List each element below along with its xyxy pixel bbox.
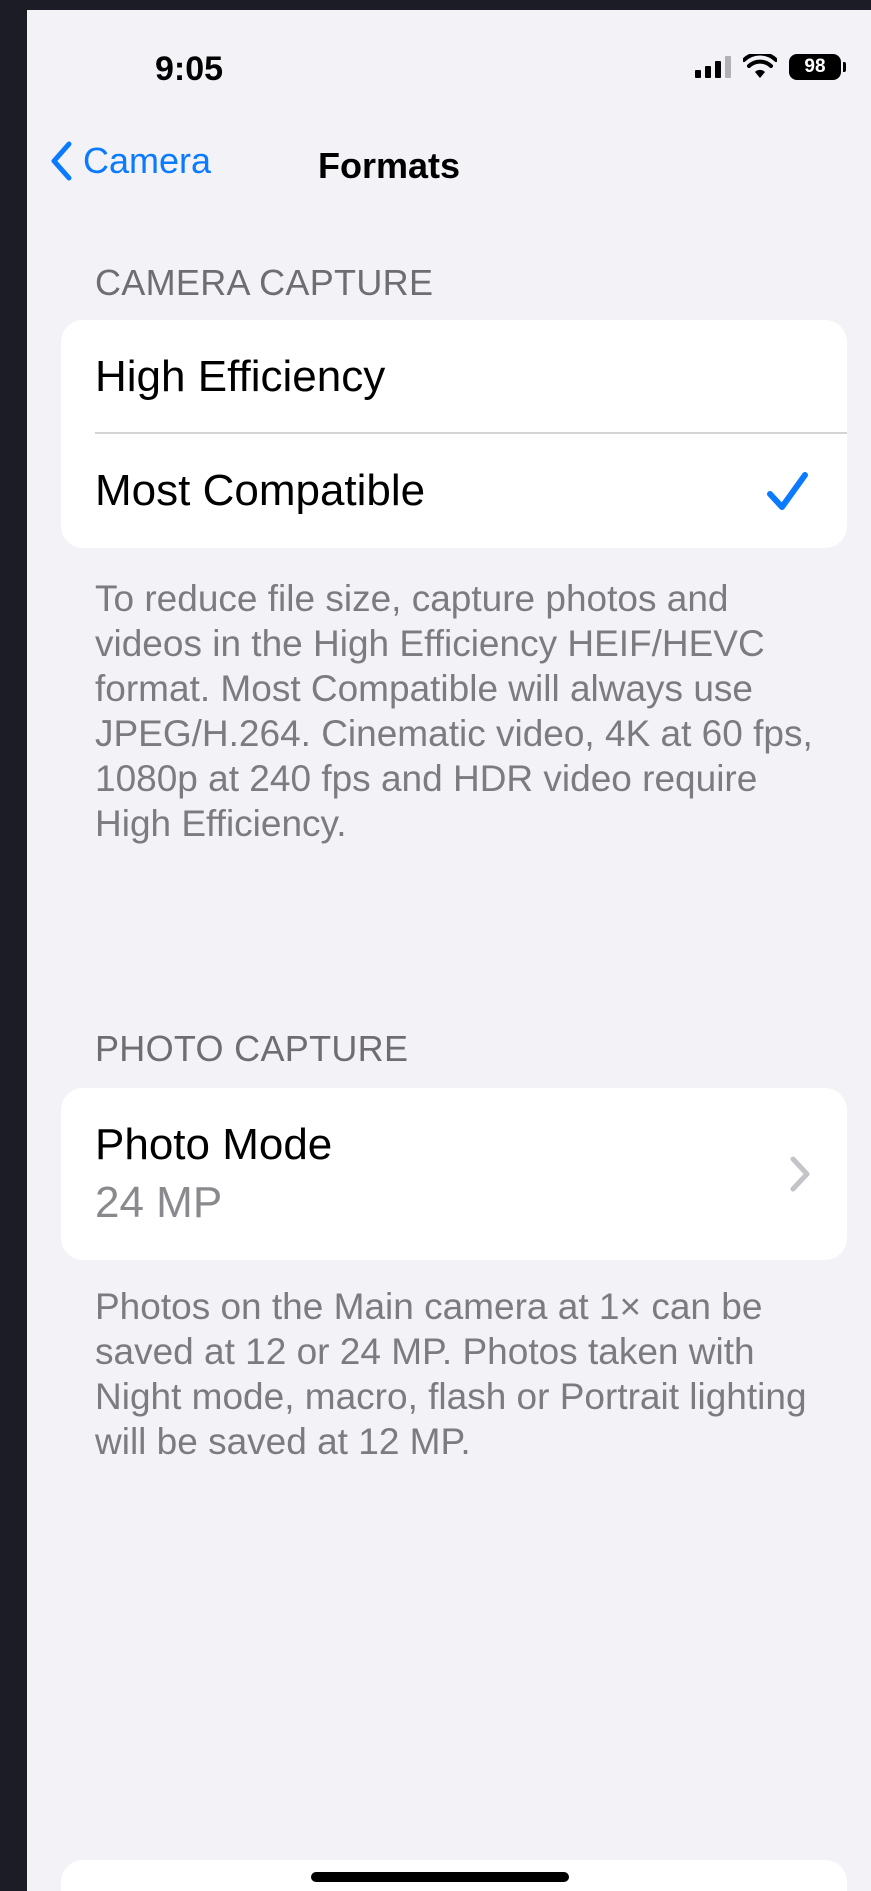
option-most-compatible[interactable]: Most Compatible	[61, 434, 847, 548]
option-label: Most Compatible	[95, 466, 426, 515]
status-bar: 9:05 98	[27, 10, 871, 130]
status-time: 9:05	[155, 50, 224, 88]
chevron-right-icon	[790, 1156, 810, 1192]
wifi-icon	[743, 54, 777, 80]
battery-icon: 98	[789, 54, 846, 80]
camera-capture-group: High Efficiency Most Compatible	[61, 320, 847, 548]
photo-capture-header: PHOTO CAPTURE	[95, 1028, 409, 1069]
screen: 9:05 98 Camera Formats CAMERA CAPTURE Hi…	[27, 10, 871, 1891]
status-icons: 98	[695, 54, 846, 80]
photo-capture-group: Photo Mode 24 MP	[61, 1088, 847, 1260]
back-chevron-icon	[51, 141, 72, 181]
photo-mode-row[interactable]: Photo Mode 24 MP	[61, 1088, 847, 1260]
photo-mode-value: 24 MP	[95, 1178, 223, 1227]
signal-icon	[695, 56, 731, 78]
option-high-efficiency[interactable]: High Efficiency	[61, 320, 847, 434]
photo-mode-label: Photo Mode	[95, 1120, 333, 1169]
back-button[interactable]: Camera	[49, 140, 211, 182]
nav-bar: Camera Formats	[27, 120, 871, 200]
photo-capture-footer: Photos on the Main camera at 1× can be s…	[95, 1286, 807, 1462]
home-indicator[interactable]	[311, 1872, 569, 1882]
checkmark-icon	[767, 472, 808, 510]
option-label: High Efficiency	[95, 352, 386, 401]
battery-level: 98	[804, 56, 826, 77]
page-title: Formats	[318, 145, 461, 186]
camera-capture-footer: To reduce file size, capture photos and …	[95, 578, 813, 844]
camera-capture-header: CAMERA CAPTURE	[95, 262, 434, 303]
back-label: Camera	[83, 140, 212, 181]
